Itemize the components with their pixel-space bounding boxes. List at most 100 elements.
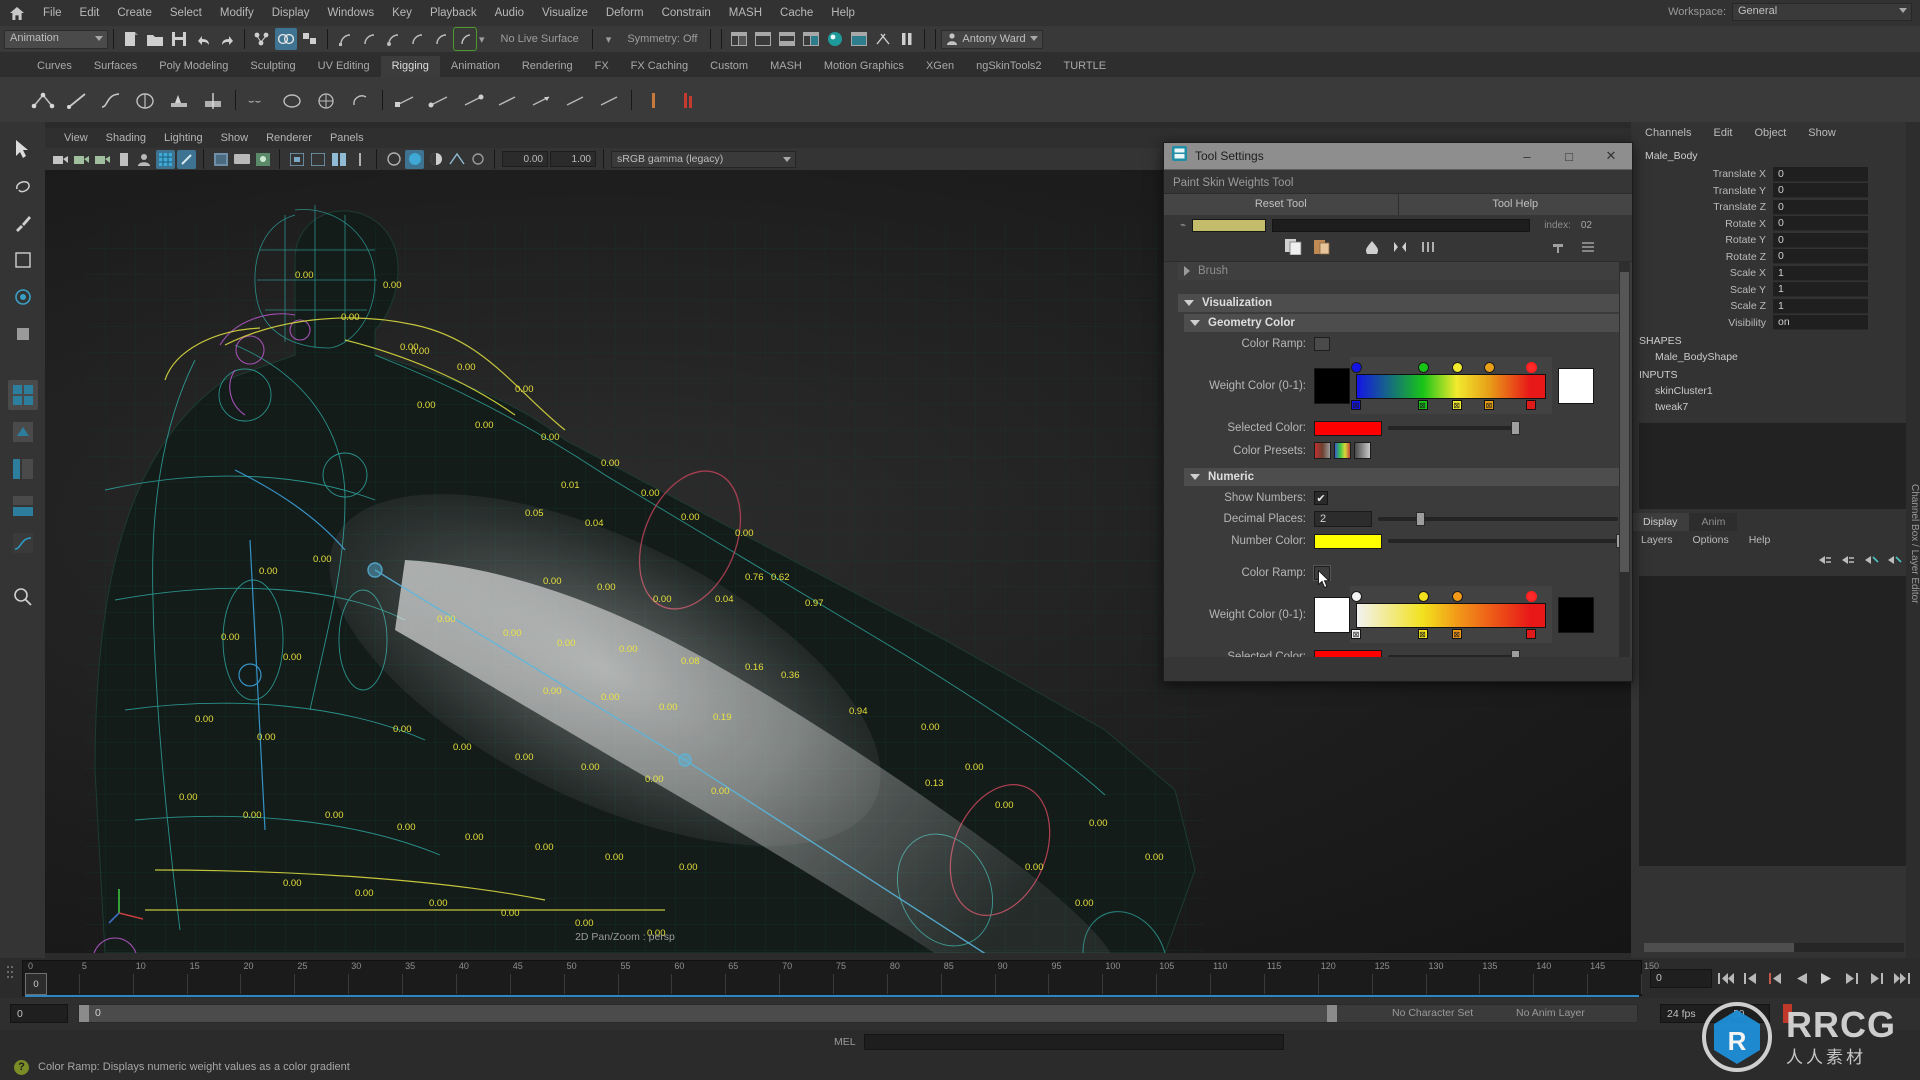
snap-to-curve-button[interactable]	[358, 28, 380, 50]
geo-selected-color-swatch[interactable]	[1314, 420, 1382, 436]
ipr-render-button[interactable]	[848, 28, 870, 50]
undo-button[interactable]	[192, 28, 214, 50]
channel-row[interactable]: Translate Z 0	[1631, 199, 1868, 216]
num-right-color-swatch[interactable]	[1558, 596, 1594, 633]
color-management-select[interactable]: sRGB gamma (legacy)	[611, 150, 796, 168]
current-frame-field[interactable]: 0	[1650, 968, 1712, 988]
viewport-menu-lighting[interactable]: Lighting	[155, 130, 212, 146]
geo-selected-color-slider[interactable]	[1388, 420, 1520, 436]
minimize-icon[interactable]: –	[1506, 143, 1548, 170]
geo-ramp-widget[interactable]: ⊠ ⊠ ⊠ ⊠ ⊠	[1350, 357, 1552, 414]
select-camera-icon[interactable]	[51, 150, 70, 169]
show-numbers-checkbox[interactable]: ✔	[1314, 491, 1328, 505]
step-back-key-icon[interactable]	[1740, 967, 1762, 989]
shelf-tab-surfaces[interactable]: Surfaces	[83, 56, 148, 77]
close-icon[interactable]: ✕	[1590, 143, 1632, 170]
ramp-key-handle[interactable]: ⊠	[1417, 629, 1428, 639]
geo-ramp-gradient[interactable]	[1356, 374, 1546, 399]
channel-value[interactable]: 0	[1773, 232, 1868, 248]
viewport-numeric-field-1[interactable]: 0.00	[502, 151, 548, 167]
snap-to-view-planes-button[interactable]	[430, 28, 452, 50]
shelf-constraint-scale-icon[interactable]	[492, 85, 522, 115]
channel-value[interactable]: 1	[1773, 298, 1868, 314]
live-surface-caret[interactable]: ▾	[477, 33, 493, 46]
time-slider-grip[interactable]	[6, 964, 14, 990]
shelf-tab-uv-editing[interactable]: UV Editing	[307, 56, 381, 77]
quick-layout-outliner-button[interactable]	[8, 454, 38, 484]
ramp-stop-handle[interactable]	[1351, 362, 1362, 373]
number-color-slider[interactable]	[1388, 533, 1625, 549]
maximize-icon[interactable]: □	[1548, 143, 1590, 170]
isolate-select-icon[interactable]	[287, 150, 306, 169]
menu-item-display[interactable]: Display	[263, 4, 319, 22]
snap-to-point-button[interactable]	[382, 28, 404, 50]
menu-item-cache[interactable]: Cache	[771, 4, 822, 22]
paint-select-tool-button[interactable]	[8, 208, 38, 238]
decimal-places-slider[interactable]	[1378, 511, 1618, 527]
snap-to-projected-center-button[interactable]	[406, 28, 428, 50]
menu-item-visualize[interactable]: Visualize	[533, 4, 597, 22]
shadows-icon[interactable]	[308, 150, 327, 169]
xray-active-components-icon[interactable]	[253, 150, 272, 169]
shelf-tab-fx[interactable]: FX	[584, 56, 620, 77]
channel-box-menu-channels[interactable]: Channels	[1645, 127, 1691, 139]
ramp-key-handle[interactable]: ⊠	[1525, 629, 1536, 639]
character-set-select[interactable]: Antony Ward	[941, 29, 1043, 49]
shelf-tab-fx-caching[interactable]: FX Caching	[620, 56, 699, 77]
layer-editor-menu-layers[interactable]: Layers	[1641, 534, 1673, 546]
motion-blur-icon[interactable]	[350, 150, 369, 169]
channel-value[interactable]: 1	[1773, 265, 1868, 281]
command-input[interactable]	[863, 1034, 1284, 1050]
image-plane-icon[interactable]	[114, 150, 133, 169]
shelf-tab-animation[interactable]: Animation	[440, 56, 511, 77]
weight-hammer-icon[interactable]	[1548, 237, 1568, 257]
rainbow-preset[interactable]	[1334, 442, 1351, 459]
screen-space-ao-icon[interactable]	[329, 150, 348, 169]
channel-value[interactable]: 0	[1773, 199, 1868, 215]
film-gate-icon[interactable]	[177, 149, 196, 169]
go-to-start-icon[interactable]	[1715, 967, 1737, 989]
menu-item-select[interactable]: Select	[161, 4, 211, 22]
shelf-tab-rigging[interactable]: Rigging	[380, 56, 440, 77]
shelf-constraint-geometry-icon[interactable]	[594, 85, 624, 115]
channel-row[interactable]: Visibility on	[1631, 315, 1868, 332]
quick-layout-hypergraph-button[interactable]	[8, 491, 38, 521]
workspace-select[interactable]: General	[1732, 3, 1912, 21]
shelf-tab-mash[interactable]: MASH	[759, 56, 813, 77]
shelf-joint-tool-icon[interactable]	[28, 85, 58, 115]
menu-set-select[interactable]: Animation	[4, 29, 108, 49]
two-d-pan-zoom-icon[interactable]	[135, 150, 154, 169]
ramp-stop-handle[interactable]	[1451, 362, 1463, 373]
channel-box-menu-edit[interactable]: Edit	[1713, 127, 1732, 139]
num-ramp-gradient[interactable]	[1356, 603, 1546, 628]
geo-left-color-swatch[interactable]	[1314, 367, 1350, 404]
camera-attributes-icon[interactable]	[72, 150, 91, 169]
menu-item-windows[interactable]: Windows	[318, 4, 383, 22]
section-brush[interactable]: Brush	[1178, 262, 1624, 280]
gamma-icon[interactable]	[426, 150, 445, 169]
shelf-quick-rig-icon[interactable]	[639, 85, 669, 115]
xray-icon[interactable]	[211, 150, 230, 169]
grayscale-preset[interactable]	[1354, 442, 1371, 459]
reset-tool-button[interactable]: Reset Tool	[1164, 194, 1399, 215]
range-start-field[interactable]: 0	[10, 1004, 68, 1023]
show-hide-editors-button-4[interactable]	[800, 28, 822, 50]
render-settings-button[interactable]	[872, 28, 894, 50]
lasso-tool-button[interactable]	[8, 171, 38, 201]
home-icon[interactable]	[6, 4, 28, 22]
render-view-button[interactable]	[824, 28, 846, 50]
show-hide-editors-button-3[interactable]	[776, 28, 798, 50]
symmetry-caret[interactable]: ▾	[598, 33, 620, 46]
menu-item-modify[interactable]: Modify	[211, 4, 263, 22]
paste-weights-icon[interactable]	[1312, 237, 1332, 257]
menu-item-deform[interactable]: Deform	[597, 4, 653, 22]
geo-color-ramp-checkbox[interactable]	[1314, 337, 1330, 351]
snap-to-grid-button[interactable]	[334, 28, 356, 50]
step-forward-key-icon[interactable]	[1865, 967, 1887, 989]
pause-render-button[interactable]	[896, 28, 918, 50]
show-hide-editors-button-2[interactable]	[752, 28, 774, 50]
input-item[interactable]: skinCluster1	[1631, 383, 1920, 399]
move-tool-button[interactable]	[8, 245, 38, 275]
step-back-frame-icon[interactable]	[1765, 967, 1787, 989]
menu-item-help[interactable]: Help	[822, 4, 864, 22]
